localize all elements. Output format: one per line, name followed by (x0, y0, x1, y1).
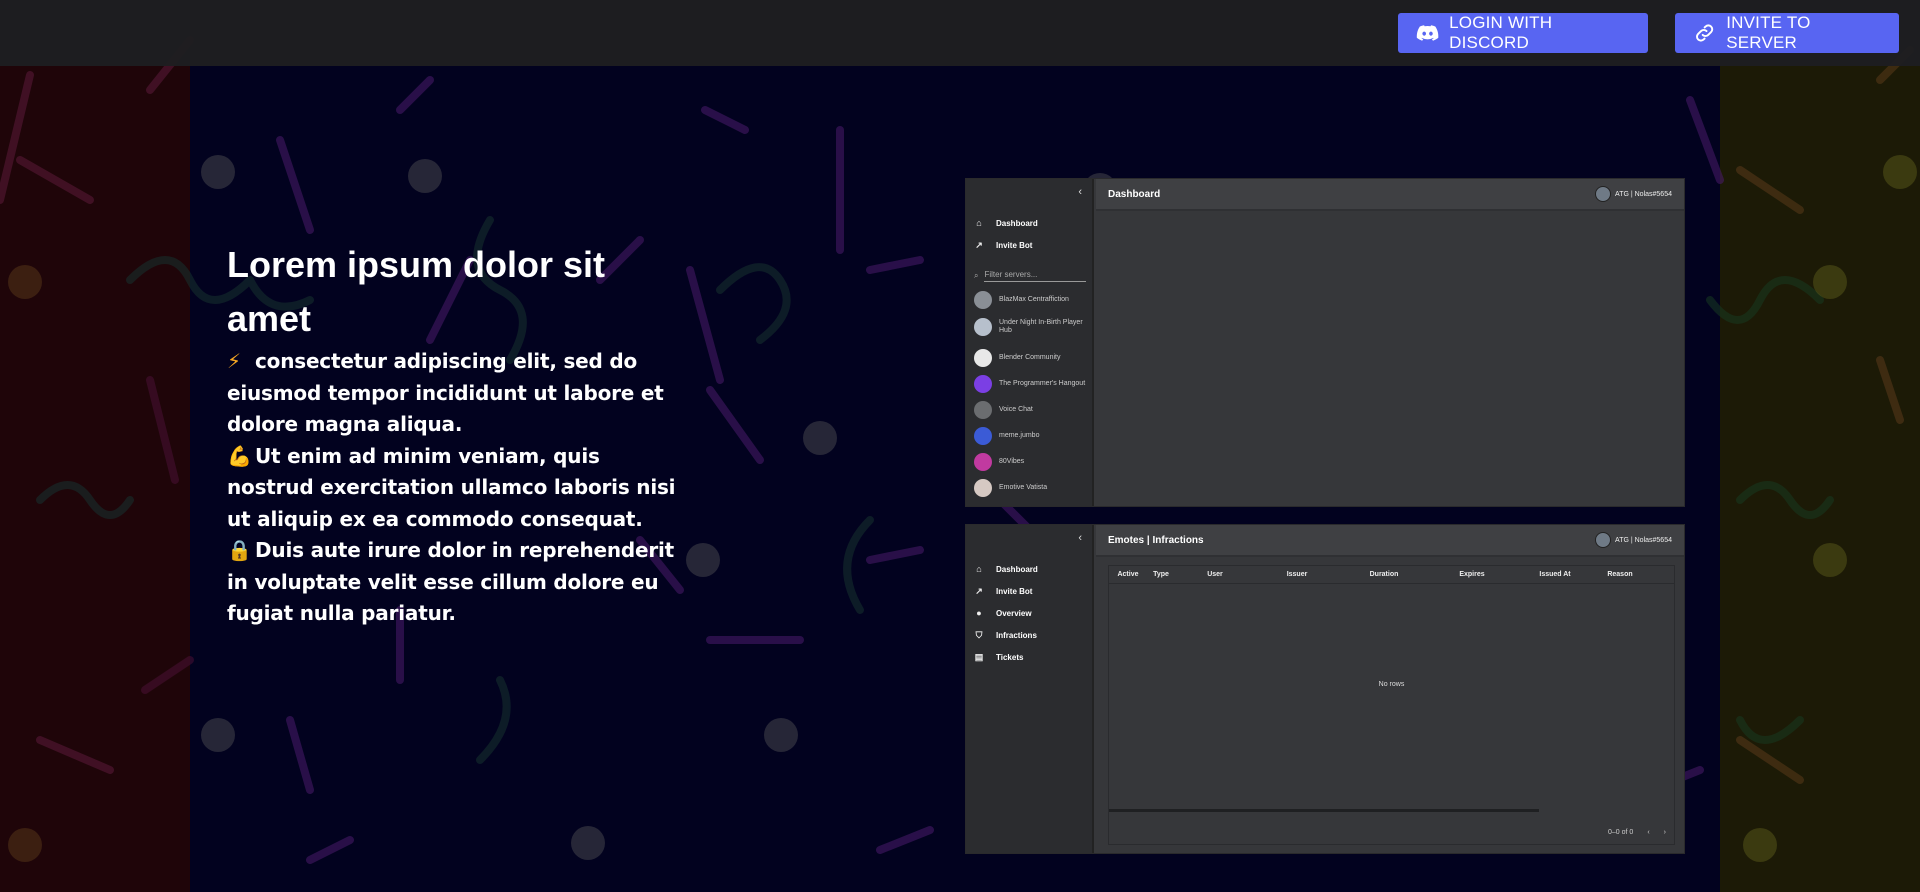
external-link-icon: ↗ (975, 240, 983, 250)
lightning-icon: ⚡ (227, 349, 241, 373)
pagination-count: 0–0 of 0 (1608, 829, 1634, 836)
invite-to-server-button[interactable]: INVITE TO SERVER (1675, 13, 1899, 53)
avatar (1595, 532, 1612, 548)
nav-invite-bot: ↗ Invite Bot (974, 236, 1032, 254)
infractions-title: Emotes | Infractions (1108, 534, 1204, 546)
top-navbar: LOGIN WITH DISCORD INVITE TO SERVER (0, 0, 1920, 66)
server-item: 80Vibes (974, 453, 1089, 471)
server-item: Voice Chat (974, 401, 1089, 419)
server-name: meme.jumbo (999, 432, 1040, 439)
server-item: The Programmer's Hangout (974, 375, 1089, 393)
server-item: BlazMax Centraffiction (974, 291, 1089, 309)
nav-infractions-label: Infractions (996, 630, 1037, 640)
hero-line-1-text: consectetur adipiscing elit, sed do eius… (227, 349, 664, 436)
hero-line-3: 🔒 Duis aute irure dolor in reprehenderit … (227, 535, 687, 630)
login-with-discord-button[interactable]: LOGIN WITH DISCORD (1398, 13, 1648, 53)
nav-invite-bot: ↗ Invite Bot (974, 582, 1032, 600)
collapse-chevron-icon: ‹ (1078, 186, 1082, 198)
empty-state: No rows (1378, 681, 1405, 688)
column-header: Duration (1369, 571, 1399, 578)
avatar (1595, 186, 1612, 202)
nav-dashboard-label: Dashboard (996, 564, 1038, 574)
server-name: Emotive Vatista (999, 484, 1048, 491)
server-item: meme.jumbo (974, 427, 1089, 445)
column-header: Expires (1459, 571, 1485, 578)
chat-icon: ▤ (974, 652, 984, 662)
server-avatar (974, 427, 992, 445)
server-item: Blender Community (974, 349, 1089, 367)
column-header: Active (1117, 571, 1139, 578)
infractions-sidebar: ‹ ⌂ Dashboard ↗ Invite Bot ● Overview ⛉ … (966, 525, 1094, 853)
hero-line-2: 💪 Ut enim ad minim veniam, quis nostrud e… (227, 441, 687, 536)
shield-icon: ⛉ (975, 630, 983, 640)
hero-line-3-text: Duis aute irure dolor in reprehenderit i… (227, 538, 675, 625)
flexed-biceps-icon: 💪 (227, 443, 252, 468)
server-name: 80Vibes (999, 458, 1025, 465)
search-icon: ⌕ (974, 271, 979, 280)
server-avatar (974, 375, 992, 393)
column-header: Issuer (1286, 571, 1308, 578)
next-page-icon: › (1663, 829, 1666, 836)
horizontal-scrollbar (1109, 809, 1539, 812)
circle-icon: ● (976, 608, 982, 618)
dashboard-sidebar: ‹ ⌂ Dashboard ↗ Invite Bot ⌕ Filter serv… (966, 179, 1094, 506)
hero-section: Lorem ipsum dolor sit amet ⚡ consectetur … (227, 238, 687, 630)
infractions-screenshot: ‹ ⌂ Dashboard ↗ Invite Bot ● Overview ⛉ … (965, 524, 1685, 854)
nav-tickets: ▤ Tickets (974, 648, 1024, 666)
server-name: The Programmer's Hangout (999, 380, 1086, 387)
filter-placeholder: Filter servers... (984, 270, 1086, 282)
discord-icon (1416, 25, 1439, 41)
server-avatar (974, 479, 992, 497)
server-avatar (974, 318, 992, 336)
home-icon: ⌂ (976, 564, 982, 574)
infractions-table: Active Type User Issuer Duration Expires Issue… (1108, 565, 1675, 845)
collapse-chevron-icon: ‹ (1078, 532, 1082, 544)
column-header: Type (1153, 571, 1169, 578)
server-avatar (974, 291, 992, 309)
column-header: User (1207, 571, 1223, 578)
user-chip: ATG | Nolas#5654 (1595, 186, 1672, 202)
server-avatar (974, 401, 992, 419)
table-header: Active Type User Issuer Duration Expires Issue… (1109, 566, 1674, 584)
user-chip: ATG | Nolas#5654 (1595, 532, 1672, 548)
server-name: BlazMax Centraffiction (999, 296, 1069, 303)
hero-title: Lorem ipsum dolor sit amet (227, 244, 606, 339)
external-link-icon: ↗ (975, 586, 983, 596)
server-item: Emotive Vatista (974, 479, 1089, 497)
dashboard-appbar: Dashboard ATG | Nolas#5654 (1096, 179, 1684, 211)
nav-invite-bot-label: Invite Bot (996, 586, 1033, 596)
server-avatar (974, 349, 992, 367)
nav-invite-bot-label: Invite Bot (996, 240, 1033, 250)
dashboard-title: Dashboard (1108, 188, 1161, 200)
server-name: Blender Community (999, 354, 1061, 361)
dashboard-screenshot: ‹ ⌂ Dashboard ↗ Invite Bot ⌕ Filter serv… (965, 178, 1685, 507)
nav-tickets-label: Tickets (996, 652, 1024, 662)
server-avatar (974, 453, 992, 471)
hero-line-2-text: Ut enim ad minim veniam, quis nostrud ex… (227, 443, 676, 531)
user-name: ATG | Nolas#5654 (1615, 190, 1672, 198)
column-header: Issued At (1539, 571, 1571, 578)
nav-dashboard-label: Dashboard (996, 218, 1038, 228)
server-name: Voice Chat (999, 406, 1033, 413)
user-name: ATG | Nolas#5654 (1615, 536, 1672, 544)
nav-overview: ● Overview (974, 604, 1032, 622)
home-icon: ⌂ (976, 218, 982, 228)
column-header: Reason (1607, 571, 1633, 578)
link-icon (1696, 24, 1714, 42)
nav-overview-label: Overview (996, 608, 1032, 618)
lock-icon: 🔒 (227, 538, 252, 562)
pagination: 0–0 of 0 ‹ › (1608, 829, 1666, 836)
server-item: Under Night In-Birth Player Hub (974, 318, 1089, 336)
hero-line-1: ⚡ consectetur adipiscing elit, sed do eiu… (227, 346, 687, 441)
prev-page-icon: ‹ (1647, 829, 1650, 836)
login-label: LOGIN WITH DISCORD (1449, 13, 1553, 52)
server-name: Under Night In-Birth Player Hub (999, 319, 1083, 334)
invite-label: INVITE TO SERVER (1726, 13, 1811, 52)
filter-servers-field: ⌕ Filter servers... (974, 269, 1086, 283)
nav-dashboard: ⌂ Dashboard (974, 214, 1038, 232)
infractions-appbar: Emotes | Infractions ATG | Nolas#5654 (1096, 525, 1684, 557)
nav-infractions: ⛉ Infractions (974, 626, 1037, 644)
nav-dashboard: ⌂ Dashboard (974, 560, 1038, 578)
